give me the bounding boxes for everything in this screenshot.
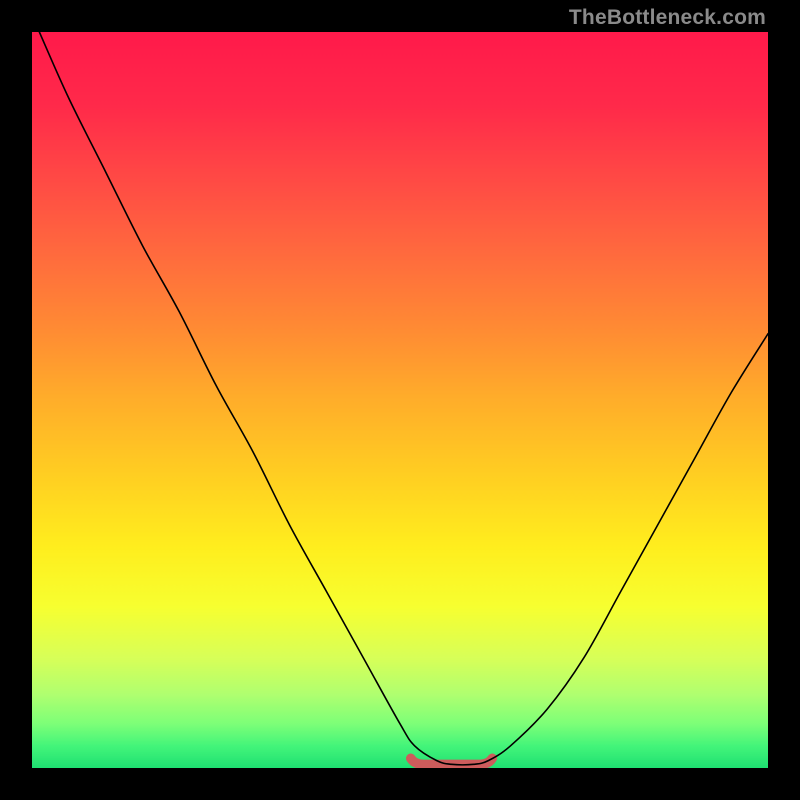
- plot-area: [32, 32, 768, 768]
- curve-layer: [32, 32, 768, 768]
- chart-frame: TheBottleneck.com: [0, 0, 800, 800]
- bottleneck-curve: [39, 32, 768, 765]
- watermark-text: TheBottleneck.com: [569, 6, 766, 30]
